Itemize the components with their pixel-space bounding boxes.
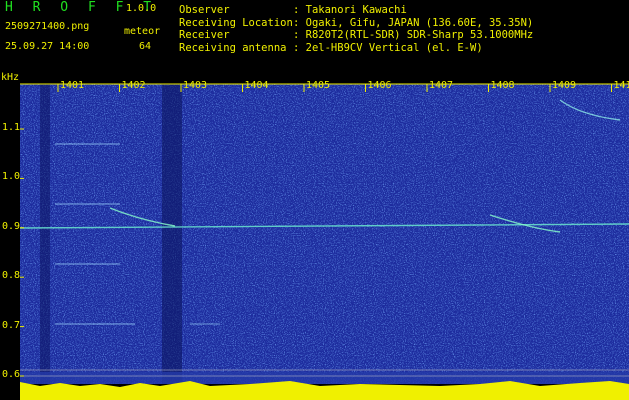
info-value: : Takanori Kawachi (293, 4, 407, 16)
info-row-receiver: Receiver : R820T2(RTL-SDR) SDR-Sharp 53.1… (179, 29, 533, 42)
info-value: : R820T2(RTL-SDR) SDR-Sharp 53.1000MHz (293, 29, 534, 41)
meteor-label: meteor (124, 26, 161, 37)
x-tick-label: 1401 (60, 80, 85, 91)
dark-band (162, 84, 182, 384)
x-tick-label: 1409 (552, 80, 577, 91)
dark-band (40, 84, 50, 384)
x-tick-label: 1402 (121, 80, 146, 91)
spectrogram-noise (20, 84, 629, 384)
x-tick-label: 1405 (306, 80, 331, 91)
x-tick-label: 1410 (613, 80, 629, 91)
info-key: Receiving Location (179, 16, 293, 29)
file-datetime: 25.09.27 14:00 (5, 41, 90, 52)
app-version: 1.0.0 (126, 3, 157, 14)
info-key: Receiver (179, 29, 230, 41)
info-key: Receiving antenna (179, 41, 287, 54)
y-tick-label: 0.8 (2, 270, 21, 282)
info-value: : Ogaki, Gifu, JAPAN (136.60E, 35.35N) (293, 16, 534, 29)
info-row-antenna: Receiving antenna : 2el-HB9CV Vertical (e… (179, 42, 533, 55)
y-tick-label: 1.0 (2, 171, 21, 183)
meteor-count: 64 (139, 41, 152, 52)
y-tick-label: 1.1 (2, 122, 21, 133)
x-tick-label: 1403 (183, 80, 208, 91)
info-key: Observer (179, 4, 230, 16)
info-row-observer: Observer : Takanori Kawachi (179, 4, 533, 17)
x-tick-label: 1406 (367, 80, 392, 91)
y-tick-label: 0.7 (2, 319, 21, 331)
x-tick-label: 1404 (244, 80, 269, 91)
x-tick-label: 1408 (490, 80, 515, 91)
level-bar (20, 390, 629, 400)
file-name: 2509271400.png (5, 21, 90, 32)
header: H R O F F T 1.0.0 2509271400.png 25.09.2… (0, 0, 629, 74)
y-axis-unit: kHz (1, 72, 20, 83)
y-tick-label: 0.9 (2, 220, 21, 232)
info-row-location: Receiving Location: Ogaki, Gifu, JAPAN (… (179, 17, 533, 30)
info-value: : 2el-HB9CV Vertical (el. E-W) (293, 41, 483, 54)
baseline-band (20, 372, 629, 384)
x-tick-label: 1407 (429, 80, 454, 91)
station-info: Observer : Takanori Kawachi Receiving Loc… (179, 4, 533, 54)
y-tick-label: 0.6 (2, 369, 21, 380)
